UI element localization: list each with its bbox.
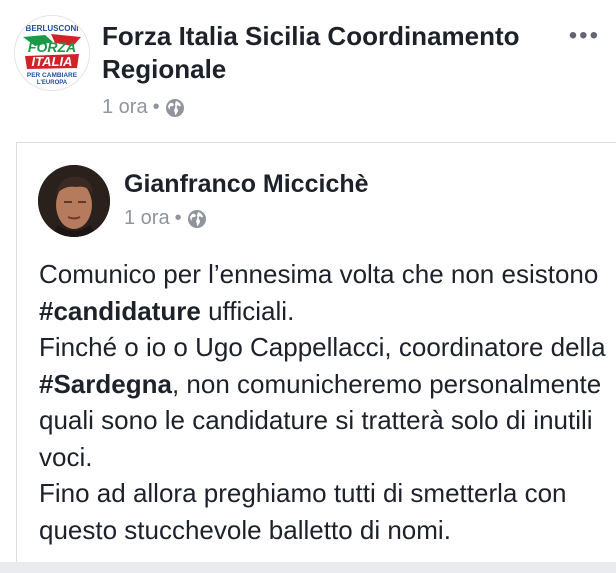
meta-separator: •	[174, 207, 182, 229]
text-segment: Finché o io o Ugo Cappellacci, coordinat…	[39, 332, 606, 362]
hashtag-link[interactable]: #candidature	[39, 296, 201, 326]
globe-icon[interactable]	[187, 209, 207, 229]
post-paragraph: Fino ad allora preghiamo tutti di smette…	[39, 478, 567, 545]
post-timestamp[interactable]: 1 ora	[102, 96, 148, 119]
post-body: Comunico per l’ennesima volta che non es…	[39, 256, 616, 548]
svg-text:BERLUSCONI: BERLUSCONI	[26, 24, 79, 33]
hashtag-text: candidature	[53, 295, 201, 326]
hashtag-symbol: #	[39, 295, 54, 326]
post-paragraph: Finché o io o Ugo Cappellacci, coordinat…	[39, 329, 616, 475]
more-options-icon[interactable]: •••	[569, 22, 600, 50]
svg-text:PER CAMBIARE: PER CAMBIARE	[27, 72, 78, 79]
shared-post-timestamp[interactable]: 1 ora	[124, 207, 170, 230]
feed-separator	[0, 562, 616, 573]
post-paragraph: Comunico per l’ennesima volta che non es…	[39, 256, 616, 329]
hashtag-text: Sardegna	[53, 368, 172, 399]
page-avatar[interactable]: BERLUSCONI FORZA ITALIA PER CAMBIARE L'E…	[14, 15, 90, 91]
forza-italia-logo: BERLUSCONI FORZA ITALIA PER CAMBIARE L'E…	[15, 16, 89, 90]
shared-post-meta: 1 ora •	[124, 207, 207, 230]
hashtag-symbol: #	[39, 368, 54, 399]
hashtag-link[interactable]: #Sardegna	[39, 369, 172, 399]
meta-separator: •	[152, 96, 160, 118]
text-segment: ufficiali.	[200, 295, 295, 326]
svg-text:FORZA: FORZA	[28, 39, 76, 55]
facebook-post: BERLUSCONI FORZA ITALIA PER CAMBIARE L'E…	[0, 0, 616, 573]
author-name[interactable]: Gianfranco Miccichè	[124, 169, 369, 199]
author-avatar[interactable]	[38, 165, 110, 237]
post-meta: 1 ora •	[102, 96, 185, 119]
post-header: BERLUSCONI FORZA ITALIA PER CAMBIARE L'E…	[0, 0, 616, 135]
globe-icon[interactable]	[165, 98, 185, 118]
text-segment: Comunico per l’ennesima volta che non es…	[39, 259, 599, 289]
svg-text:L'EUROPA: L'EUROPA	[37, 80, 68, 86]
svg-text:ITALIA: ITALIA	[32, 54, 73, 69]
shared-post-card: Gianfranco Miccichè 1 ora • Comunico per…	[16, 142, 616, 573]
page-name[interactable]: Forza Italia Sicilia Coordinamento Regio…	[102, 20, 562, 86]
author-photo	[38, 165, 110, 237]
